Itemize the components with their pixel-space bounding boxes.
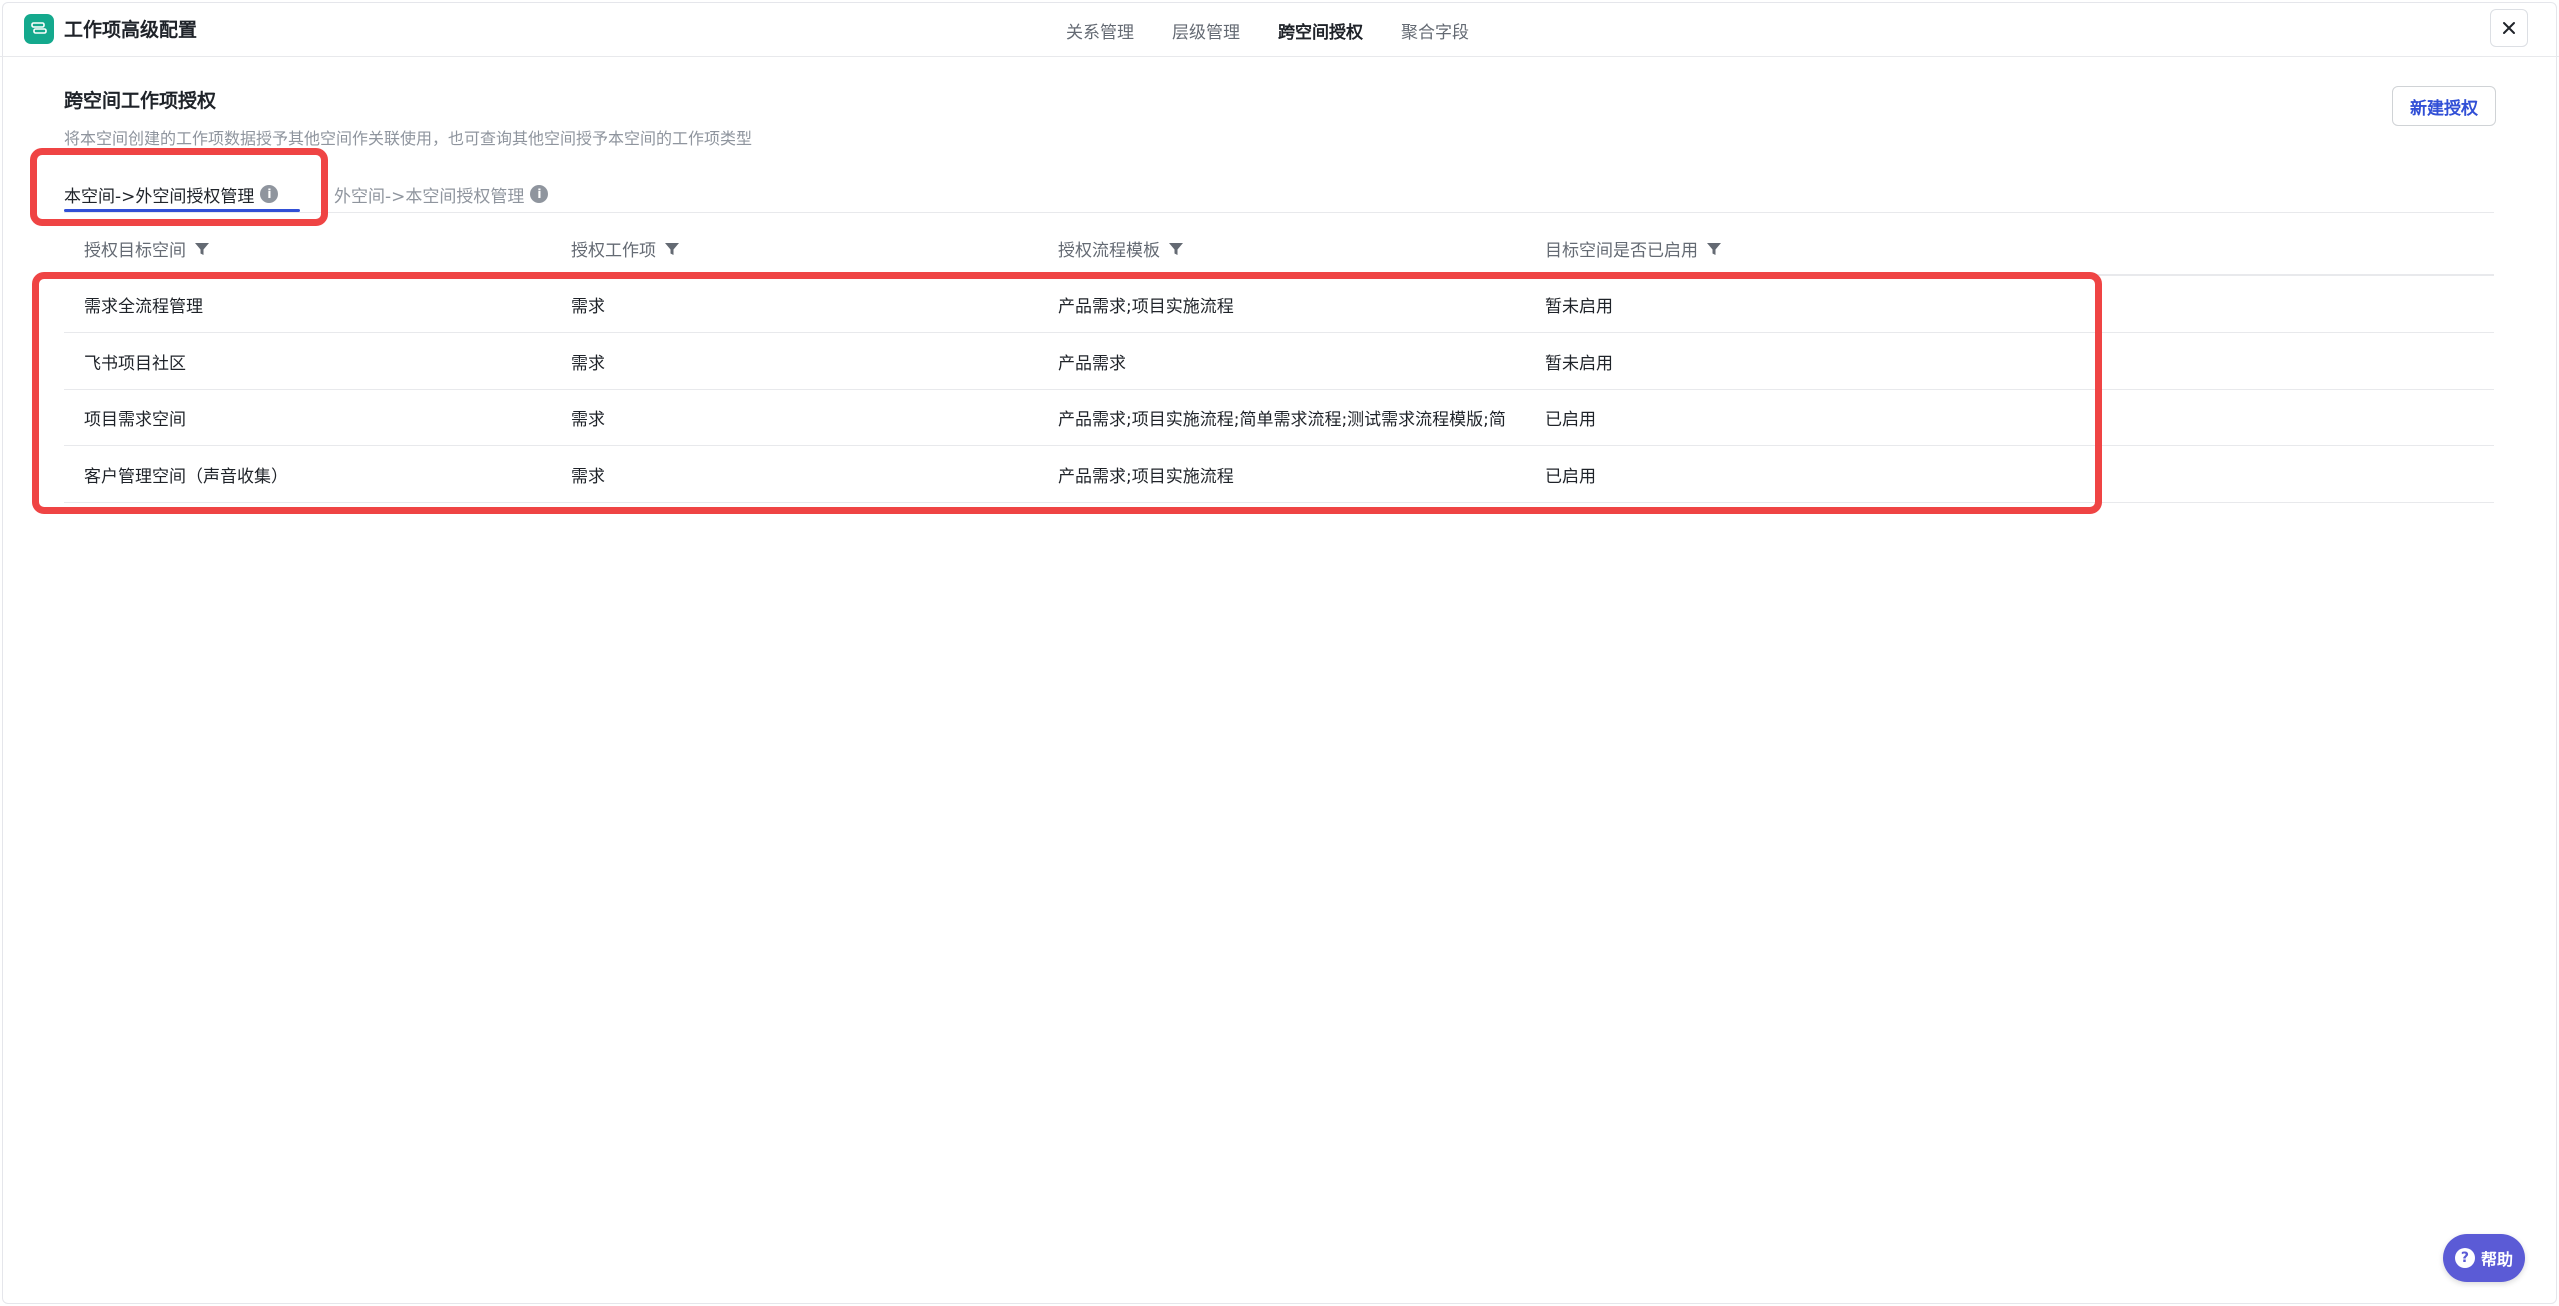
filter-icon[interactable] xyxy=(194,241,210,257)
column-header-target-space: 授权目标空间 xyxy=(84,236,210,261)
tab-aggregate-fields[interactable]: 聚合字段 xyxy=(1401,18,1469,43)
cell-flow-template: 产品需求 xyxy=(1058,354,1126,374)
help-label: 帮助 xyxy=(2480,1250,2513,1269)
app-logo-icon xyxy=(24,14,54,44)
cell-enabled-status: 已启用 xyxy=(1545,410,1596,430)
filter-icon[interactable] xyxy=(1168,241,1184,257)
info-icon[interactable]: i xyxy=(260,185,279,203)
top-header: 工作项高级配置 关系管理 层级管理 跨空间授权 聚合字段 xyxy=(0,0,2559,57)
subtab-local-to-external[interactable]: 本空间->外空间授权管理 i xyxy=(64,178,279,210)
cell-flow-template: 产品需求;项目实施流程;简单需求流程;测试需求流程模版;简 xyxy=(1058,410,1506,430)
table-row[interactable]: 客户管理空间（声音收集） 需求 产品需求;项目实施流程 已启用 xyxy=(64,446,2494,503)
cell-target-space: 飞书项目社区 xyxy=(84,354,186,374)
cell-flow-template: 产品需求;项目实施流程 xyxy=(1058,297,1234,317)
table-header: 授权目标空间 授权工作项 授权流程模板 目标空间是否已启用 xyxy=(64,232,2494,276)
table-row[interactable]: 飞书项目社区 需求 产品需求 暂未启用 xyxy=(64,333,2494,390)
column-header-enabled-status: 目标空间是否已启用 xyxy=(1545,236,1722,261)
cell-target-space: 客户管理空间（声音收集） xyxy=(84,467,288,487)
cell-enabled-status: 暂未启用 xyxy=(1545,354,1613,374)
column-label: 授权流程模板 xyxy=(1058,241,1160,261)
cell-enabled-status: 暂未启用 xyxy=(1545,297,1613,317)
authorization-subtabs: 本空间->外空间授权管理 i 外空间->本空间授权管理 i xyxy=(64,178,2494,213)
cell-flow-template: 产品需求;项目实施流程 xyxy=(1058,467,1234,487)
subtab-external-to-local[interactable]: 外空间->本空间授权管理 i xyxy=(334,178,549,210)
tab-cross-space-authorization[interactable]: 跨空间授权 xyxy=(1278,18,1363,43)
table-row[interactable]: 需求全流程管理 需求 产品需求;项目实施流程 暂未启用 xyxy=(64,276,2494,333)
column-label: 授权工作项 xyxy=(571,241,656,261)
help-icon: ? xyxy=(2454,1248,2475,1268)
section-title: 跨空间工作项授权 xyxy=(64,90,217,112)
help-button[interactable]: ? 帮助 xyxy=(2443,1234,2525,1282)
tab-relation-management[interactable]: 关系管理 xyxy=(1066,18,1134,43)
info-icon[interactable]: i xyxy=(530,185,549,203)
close-icon xyxy=(2503,22,2515,34)
cell-target-space: 需求全流程管理 xyxy=(84,297,203,317)
cell-work-item: 需求 xyxy=(571,410,605,430)
column-label: 目标空间是否已启用 xyxy=(1545,241,1698,261)
cell-work-item: 需求 xyxy=(571,297,605,317)
close-button[interactable] xyxy=(2490,9,2528,47)
new-authorization-button[interactable]: 新建授权 xyxy=(2392,86,2496,126)
filter-icon[interactable] xyxy=(1706,241,1722,257)
section-description: 将本空间创建的工作项数据授予其他空间作关联使用，也可查询其他空间授予本空间的工作… xyxy=(64,129,753,148)
column-header-flow-template: 授权流程模板 xyxy=(1058,236,1184,261)
column-header-work-item: 授权工作项 xyxy=(571,236,680,261)
tab-hierarchy-management[interactable]: 层级管理 xyxy=(1172,18,1240,43)
cell-enabled-status: 已启用 xyxy=(1545,467,1596,487)
top-nav-tabs: 关系管理 层级管理 跨空间授权 聚合字段 xyxy=(1066,18,1469,43)
active-subtab-indicator xyxy=(64,209,300,212)
cell-work-item: 需求 xyxy=(571,467,605,487)
page-title: 工作项高级配置 xyxy=(64,19,198,41)
cell-target-space: 项目需求空间 xyxy=(84,410,186,430)
filter-icon[interactable] xyxy=(664,241,680,257)
table-row[interactable]: 项目需求空间 需求 产品需求;项目实施流程;简单需求流程;测试需求流程模版;简 … xyxy=(64,389,2494,446)
cell-work-item: 需求 xyxy=(571,354,605,374)
subtab-label: 外空间->本空间授权管理 xyxy=(334,186,525,207)
column-label: 授权目标空间 xyxy=(84,241,186,261)
subtab-label: 本空间->外空间授权管理 xyxy=(64,186,255,207)
